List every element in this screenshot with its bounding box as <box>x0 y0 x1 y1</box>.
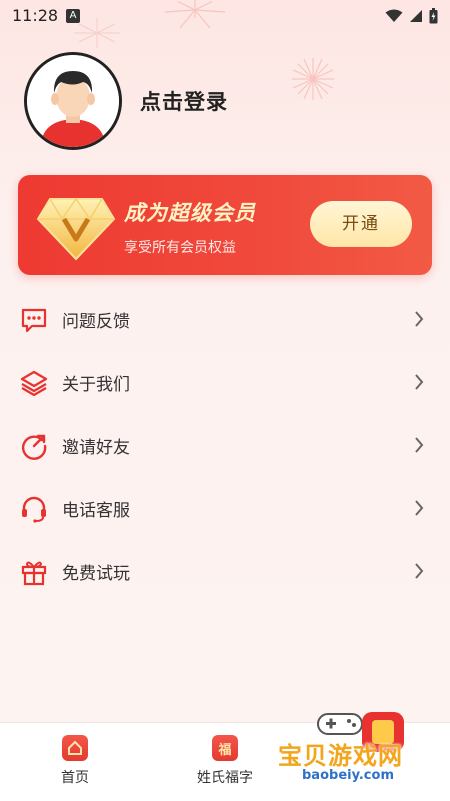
watermark-text: 宝贝游戏网 <box>278 742 403 770</box>
chevron-right-icon <box>415 437 424 453</box>
status-icons <box>385 8 438 24</box>
firework-decoration-icon <box>164 0 226 29</box>
avatar[interactable] <box>24 52 122 150</box>
vip-diamond-icon <box>36 197 116 261</box>
firework-decoration-icon <box>74 18 120 48</box>
vip-card[interactable]: 成为超级会员 享受所有会员权益 开通 <box>18 175 432 275</box>
site-watermark: 宝贝游戏网 baobeiy.com <box>276 706 446 796</box>
nav-surname-fu[interactable]: 福 姓氏福字 <box>185 735 265 787</box>
profile-section[interactable]: 点击登录 <box>24 52 228 150</box>
chevron-right-icon <box>415 500 424 516</box>
fu-icon: 福 <box>212 735 238 761</box>
menu-item-about[interactable]: 关于我们 <box>0 351 450 414</box>
status-time: 11:28 <box>12 6 59 25</box>
chevron-right-icon <box>415 374 424 390</box>
signal-icon <box>410 10 422 22</box>
fu-icon-text: 福 <box>218 743 232 758</box>
menu-item-label: 电话客服 <box>62 501 130 521</box>
nav-home[interactable]: 首页 <box>35 735 115 787</box>
feedback-icon <box>21 308 47 333</box>
vip-subtitle: 享受所有会员权益 <box>124 240 236 256</box>
headset-icon <box>22 496 46 523</box>
menu-item-label: 问题反馈 <box>62 312 130 332</box>
gamepad-logo-icon <box>317 713 363 735</box>
settings-menu: 问题反馈 关于我们 邀请好友 电话客服 免费试玩 <box>0 288 450 603</box>
menu-item-invite[interactable]: 邀请好友 <box>0 414 450 477</box>
chevron-right-icon <box>415 311 424 327</box>
layers-icon <box>20 370 48 397</box>
nav-surname-fu-label: 姓氏福字 <box>197 770 253 786</box>
menu-item-label: 免费试玩 <box>62 564 130 584</box>
battery-icon <box>429 8 438 24</box>
share-icon <box>21 434 47 460</box>
watermark-url: baobeiy.com <box>302 768 394 783</box>
menu-item-label: 关于我们 <box>62 375 130 395</box>
default-avatar-icon <box>27 55 119 147</box>
gift-icon <box>21 561 47 586</box>
nav-home-label: 首页 <box>61 770 89 786</box>
chevron-right-icon <box>415 563 424 579</box>
home-icon <box>62 735 88 761</box>
menu-item-free-trial[interactable]: 免费试玩 <box>0 540 450 603</box>
activate-vip-button[interactable]: 开通 <box>310 201 412 247</box>
menu-item-label: 邀请好友 <box>62 438 130 458</box>
vip-title: 成为超级会员 <box>124 201 256 225</box>
menu-item-phone-support[interactable]: 电话客服 <box>0 477 450 540</box>
wifi-icon <box>385 9 403 22</box>
menu-item-feedback[interactable]: 问题反馈 <box>0 288 450 351</box>
firework-decoration-icon <box>292 58 334 100</box>
notification-icon: A <box>66 9 80 23</box>
login-link[interactable]: 点击登录 <box>140 86 228 116</box>
